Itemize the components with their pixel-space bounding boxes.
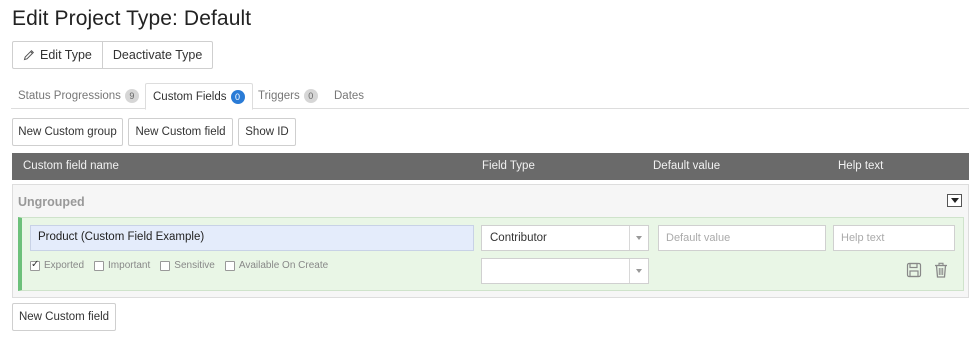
custom-fields-table-header: Custom field name Field Type Default val…: [12, 153, 969, 180]
save-field-button[interactable]: [905, 261, 923, 279]
edit-type-button[interactable]: Edit Type: [13, 42, 102, 68]
field-options: Exported Important Sensitive Available O…: [30, 259, 338, 271]
count-badge: 9: [124, 89, 139, 103]
checkbox-box: [160, 260, 171, 271]
custom-group-panel: Ungrouped Product (Custom Field Example)…: [12, 184, 969, 298]
count-badge: 0: [230, 89, 245, 104]
pencil-icon: [23, 49, 35, 61]
tab-status-progressions[interactable]: Status Progressions 9: [11, 83, 146, 109]
page-title: Edit Project Type: Default: [12, 7, 252, 30]
edit-type-label: Edit Type: [40, 48, 92, 62]
tab-bar: Status Progressions 9 Custom Fields 0 Tr…: [11, 83, 969, 110]
checkbox-box: [30, 259, 40, 271]
field-type-select[interactable]: Contributor: [481, 225, 649, 251]
exported-checkbox[interactable]: Exported: [30, 259, 85, 271]
tab-label: Dates: [334, 90, 365, 102]
new-custom-field-button[interactable]: New Custom field: [128, 118, 233, 146]
checkbox-label: Available On Create: [238, 260, 329, 271]
checkbox-box: [94, 260, 105, 271]
chevron-down-icon: [636, 269, 642, 273]
secondary-select[interactable]: [481, 258, 649, 284]
tab-custom-fields[interactable]: Custom Fields 0: [145, 83, 253, 110]
trash-icon: [935, 262, 947, 278]
group-title: Ungrouped: [18, 195, 85, 209]
checkbox-label: Sensitive: [174, 260, 215, 271]
column-header: Help text: [838, 160, 884, 172]
sensitive-checkbox[interactable]: Sensitive: [160, 260, 215, 271]
deactivate-type-button[interactable]: Deactivate Type: [101, 42, 212, 68]
collapse-group-button[interactable]: [947, 194, 962, 207]
tab-triggers[interactable]: Triggers 0: [251, 83, 325, 109]
tab-label: Custom Fields: [153, 90, 227, 103]
show-id-button[interactable]: Show ID: [238, 118, 296, 146]
save-icon: [906, 262, 922, 278]
delete-field-button[interactable]: [932, 261, 950, 279]
type-actions: Edit Type Deactivate Type: [12, 41, 214, 69]
count-badge: 0: [303, 89, 318, 103]
checkbox-label: Exported: [44, 260, 85, 271]
tab-label: Triggers: [258, 90, 300, 102]
column-header: Default value: [653, 160, 721, 172]
column-header: Custom field name: [23, 160, 119, 172]
custom-field-row: Product (Custom Field Example) Contribut…: [18, 217, 964, 291]
column-header: Field Type: [482, 160, 535, 172]
dropdown-arrow: [629, 226, 648, 250]
dropdown-arrow: [629, 259, 648, 283]
field-name-input[interactable]: Product (Custom Field Example): [30, 225, 474, 251]
field-type-value: Contributor: [490, 232, 547, 244]
default-value-input[interactable]: [658, 225, 826, 251]
tab-label: Status Progressions: [18, 90, 121, 102]
new-custom-group-button[interactable]: New Custom group: [12, 118, 123, 146]
chevron-down-icon: [950, 198, 959, 203]
important-checkbox[interactable]: Important: [94, 260, 150, 271]
help-text-input[interactable]: [833, 225, 955, 251]
new-custom-field-footer-button[interactable]: New Custom field: [12, 303, 116, 331]
deactivate-type-label: Deactivate Type: [112, 48, 203, 62]
available-on-create-checkbox[interactable]: Available On Create: [224, 260, 329, 271]
checkbox-label: Important: [108, 260, 151, 271]
chevron-down-icon: [636, 236, 642, 240]
tab-dates[interactable]: Dates: [327, 83, 371, 109]
checkbox-box: [224, 260, 235, 271]
